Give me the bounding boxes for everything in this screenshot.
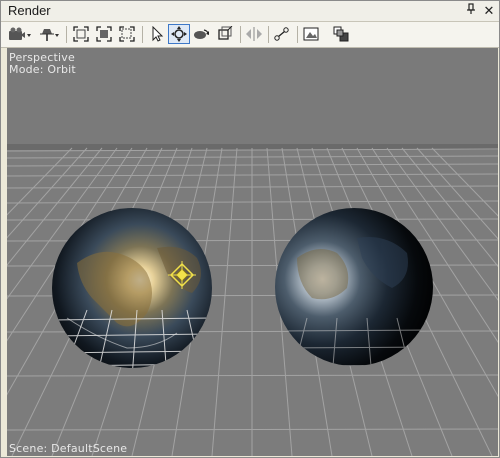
rotate-tool-icon[interactable] [192, 25, 212, 43]
screenshot-icon[interactable] [301, 25, 321, 43]
bone-tool-icon[interactable] [272, 25, 292, 43]
zoom-extents-icon[interactable] [71, 25, 91, 43]
scale-tool-icon[interactable] [215, 25, 235, 43]
title-bar: Render ✕ [1, 1, 499, 22]
render-window: Render ✕ Perspective Mode: Orbit Scene: … [0, 0, 500, 458]
close-icon[interactable]: ✕ [483, 3, 495, 19]
toolbar-separator [142, 26, 143, 43]
toolbar [1, 22, 499, 48]
layout-icon[interactable] [331, 25, 351, 43]
toolbar-separator [66, 26, 67, 43]
mirror-tool-icon[interactable] [244, 25, 264, 43]
toolbar-separator [297, 26, 298, 43]
scene-canvas[interactable] [7, 48, 498, 456]
move-tool-icon[interactable] [168, 24, 190, 44]
zoom-selected-icon[interactable] [94, 25, 114, 43]
zoom-region-icon[interactable] [117, 25, 137, 43]
select-tool-icon[interactable] [147, 25, 167, 43]
render-viewport[interactable]: Perspective Mode: Orbit Scene: DefaultSc… [7, 48, 498, 456]
toolbar-separator [240, 26, 241, 43]
light-dropdown-icon[interactable] [35, 25, 61, 43]
scene-name-label: Scene: DefaultScene [9, 442, 128, 455]
camera-dropdown-icon[interactable] [7, 25, 33, 43]
toolbar-separator [268, 26, 269, 43]
pin-icon[interactable] [465, 3, 477, 19]
camera-mode-label: Mode: Orbit [9, 63, 76, 76]
window-title: Render [8, 3, 51, 18]
